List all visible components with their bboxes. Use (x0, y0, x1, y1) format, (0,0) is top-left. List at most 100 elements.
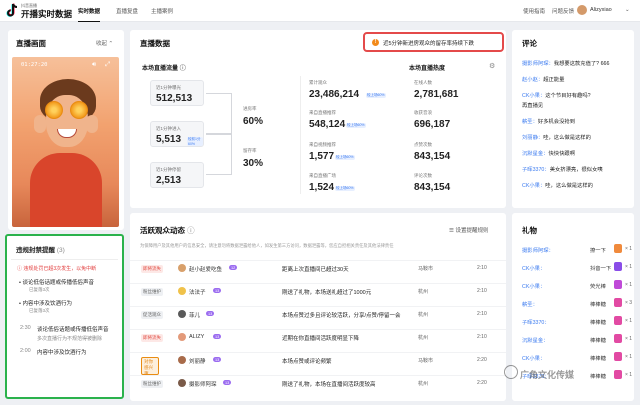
level-badge: 13 (213, 334, 222, 339)
metric-badge: 较上场60% (335, 186, 355, 191)
gift-user[interactable]: 薪圣： (522, 300, 538, 308)
activity-location: 杭州 (418, 381, 429, 387)
gift-item: CK小果： 荧光棒 × 1 (522, 279, 634, 295)
gift-count: × 1 (625, 372, 633, 378)
gift-name: 棒棒糖 (590, 302, 606, 308)
activity-text: 距离上次直播间已超过30天 (282, 267, 349, 273)
audience-name[interactable]: ALIZY (189, 334, 204, 340)
audience-name[interactable]: 菲儿 (189, 311, 200, 319)
chevron-down-icon[interactable]: ⌄ (625, 7, 630, 13)
audience-name[interactable]: 摄影师阿琛 (189, 380, 217, 388)
retention-alert[interactable]: ! 近5分钟新进房观众的留存率持续下跌 (363, 32, 504, 52)
guide-link[interactable]: 使用指南 (523, 7, 545, 15)
violation-item: • 谈论低俗话题或传播低俗声音 (19, 280, 94, 286)
level-badge: 13 (223, 380, 232, 385)
gift-icon (614, 262, 622, 271)
comment-item: 薪圣：好多机会没抢到 (522, 119, 575, 125)
violation-warning: ⓘ 违规处罚已超3次发生，以免中断 (17, 266, 97, 272)
heat-value: 843,154 (414, 182, 451, 193)
activity-row[interactable]: 对你感兴趣 刘丽静 13 本场点赞或评论频繁 马鞍市 2:20 (130, 352, 506, 376)
flow-section-label: 本场直播流量 ⓘ (142, 66, 186, 72)
gift-user[interactable]: 摄影师阿琛： (522, 246, 554, 254)
activity-location: 马鞍市 (418, 266, 434, 272)
gift-user[interactable]: CK小果： (522, 264, 545, 272)
comments-title: 评论 (522, 39, 537, 48)
volume-icon[interactable]: 🔊︎ (92, 61, 96, 69)
violation-item-sub: 已复落3次 (29, 308, 50, 313)
gift-count: × 1 (625, 318, 633, 324)
metric-value: 548,124 (309, 119, 346, 130)
gift-user[interactable]: 沉默星金： (522, 336, 549, 344)
gift-name: 棒棒糖 (590, 320, 606, 326)
nav-realtime-data[interactable]: 实时数据 (78, 7, 101, 22)
level-badge: 13 (213, 288, 222, 293)
nav-live-review[interactable]: 直播复盘 (116, 7, 138, 15)
gift-count: × 1 (625, 264, 633, 270)
comment-item: CK小果：这个节目好有趣吗? (522, 93, 591, 99)
video-figure-dress (30, 153, 102, 227)
metric-value: 23,486,214 (309, 89, 360, 100)
avatar (178, 333, 186, 341)
gift-item: CK小果： 抖音一下 × 1 (522, 261, 634, 277)
audience-tag: 粉丝维护 (141, 380, 163, 388)
feedback-link[interactable]: 问题反馈 (552, 7, 574, 15)
gift-icon (614, 352, 622, 361)
gift-count: × 3 (625, 300, 633, 306)
activity-location: 杭州 (418, 289, 429, 295)
gift-user[interactable]: CK小果： (522, 354, 545, 362)
chevron-up-icon: ⌃ (108, 41, 114, 47)
collapse-button[interactable]: 收起 ⌃ (96, 39, 113, 47)
gift-item: 摄影师阿琛： 撩一下 × 1 (522, 243, 634, 259)
gift-user[interactable]: CK小果： (522, 282, 545, 290)
heat-label: 收获音浪 (414, 110, 432, 115)
level-badge: 12 (229, 265, 238, 270)
violation-log-text: 内容中涉及饮酒行为 (37, 350, 87, 356)
audience-name[interactable]: 刘丽静 (189, 357, 206, 365)
user-avatar[interactable] (577, 5, 587, 15)
gift-icon (614, 244, 622, 253)
metric-label: 来自直播推荐 (309, 110, 336, 115)
activity-location: 马鞍市 (418, 358, 434, 364)
audience-tag: 促活观众 (141, 311, 163, 319)
funnel-connector (206, 93, 232, 134)
heat-section-label: 本场直播热度 (409, 66, 446, 72)
metric-value: 1,524 (309, 182, 335, 193)
gift-icon (614, 298, 622, 307)
heat-value: 2,781,681 (414, 89, 459, 100)
audience-name[interactable]: 法法子 (189, 288, 206, 296)
comment-item: 再直播见 (522, 103, 544, 109)
activity-row[interactable]: 促活观众 菲儿 13 本场点赞过多且评论较活跃，分享/点赞/停留一会 杭州 2:… (130, 306, 506, 323)
privacy-notice: 为保障用户及其他用户的信息安全，请注意勿将数据泄露给他人，如发生第三方访问，数据… (140, 243, 394, 248)
audience-tag: 即将流失 (141, 265, 163, 273)
comments-panel: 评论 摄影师阿琛：我想要这款充值了? 666 赵小赵：超正能量 CK小果：这个节… (512, 30, 634, 208)
settings-gear-icon[interactable]: ⚙ (489, 62, 495, 70)
activity-row[interactable]: 粉丝维护 摄影师阿琛 13 刚送了礼物，本场在直播间活跃度较高 杭州 2:20 (130, 375, 506, 392)
live-video[interactable]: 01:27:20 🔊︎ ⤢ (12, 57, 119, 227)
activity-time: 2:10 (477, 311, 487, 317)
activity-row[interactable]: 即将流失 ALIZY 13 近期在你直播间活跃度明显下降 杭州 2:10 (130, 329, 506, 346)
set-reminder-rules-button[interactable]: ☰ 设置提醒规则 (449, 226, 488, 234)
retention-rate-value: 30% (243, 158, 264, 169)
gift-user[interactable]: 子晖3370： (522, 318, 550, 326)
nav-anchor-cases[interactable]: 主播案例 (151, 7, 173, 15)
violation-item: • 内容中涉及饮酒行为 (19, 301, 72, 307)
brand-title: 开播实时数据 (21, 9, 73, 19)
audience-name[interactable]: 赵小赵爱吃鱼 (189, 265, 222, 273)
fullscreen-icon[interactable]: ⤢ (105, 61, 110, 69)
gift-count: × 1 (625, 354, 633, 360)
user-name[interactable]: Alizyxiao (590, 7, 612, 13)
violation-title: 违规封禁提醒 (3) (16, 247, 65, 254)
gift-name: 荧光棒 (590, 284, 606, 290)
violation-log-time: 2:30 (20, 325, 31, 331)
gift-icon (614, 280, 622, 289)
comment-item: 赵小赵：超正能量 (522, 77, 565, 83)
gift-item: CK小果： 棒棒糖 × 1 (522, 351, 634, 367)
activity-row[interactable]: 即将流失 赵小赵爱吃鱼 12 距离上次直播间已超过30天 马鞍市 2:10 (130, 260, 506, 277)
level-badge: 13 (206, 311, 215, 316)
comment-item: CK小果：哇，这么做是这样的 (522, 183, 593, 189)
avatar (178, 356, 186, 364)
preview-title: 直播画面 (16, 39, 46, 48)
activity-location: 杭州 (418, 335, 429, 341)
activity-text: 刚送了礼物，本场送礼超过了1000元 (282, 290, 372, 296)
activity-row[interactable]: 粉丝维护 法法子 13 刚送了礼物，本场送礼超过了1000元 杭州 2:10 (130, 283, 506, 300)
